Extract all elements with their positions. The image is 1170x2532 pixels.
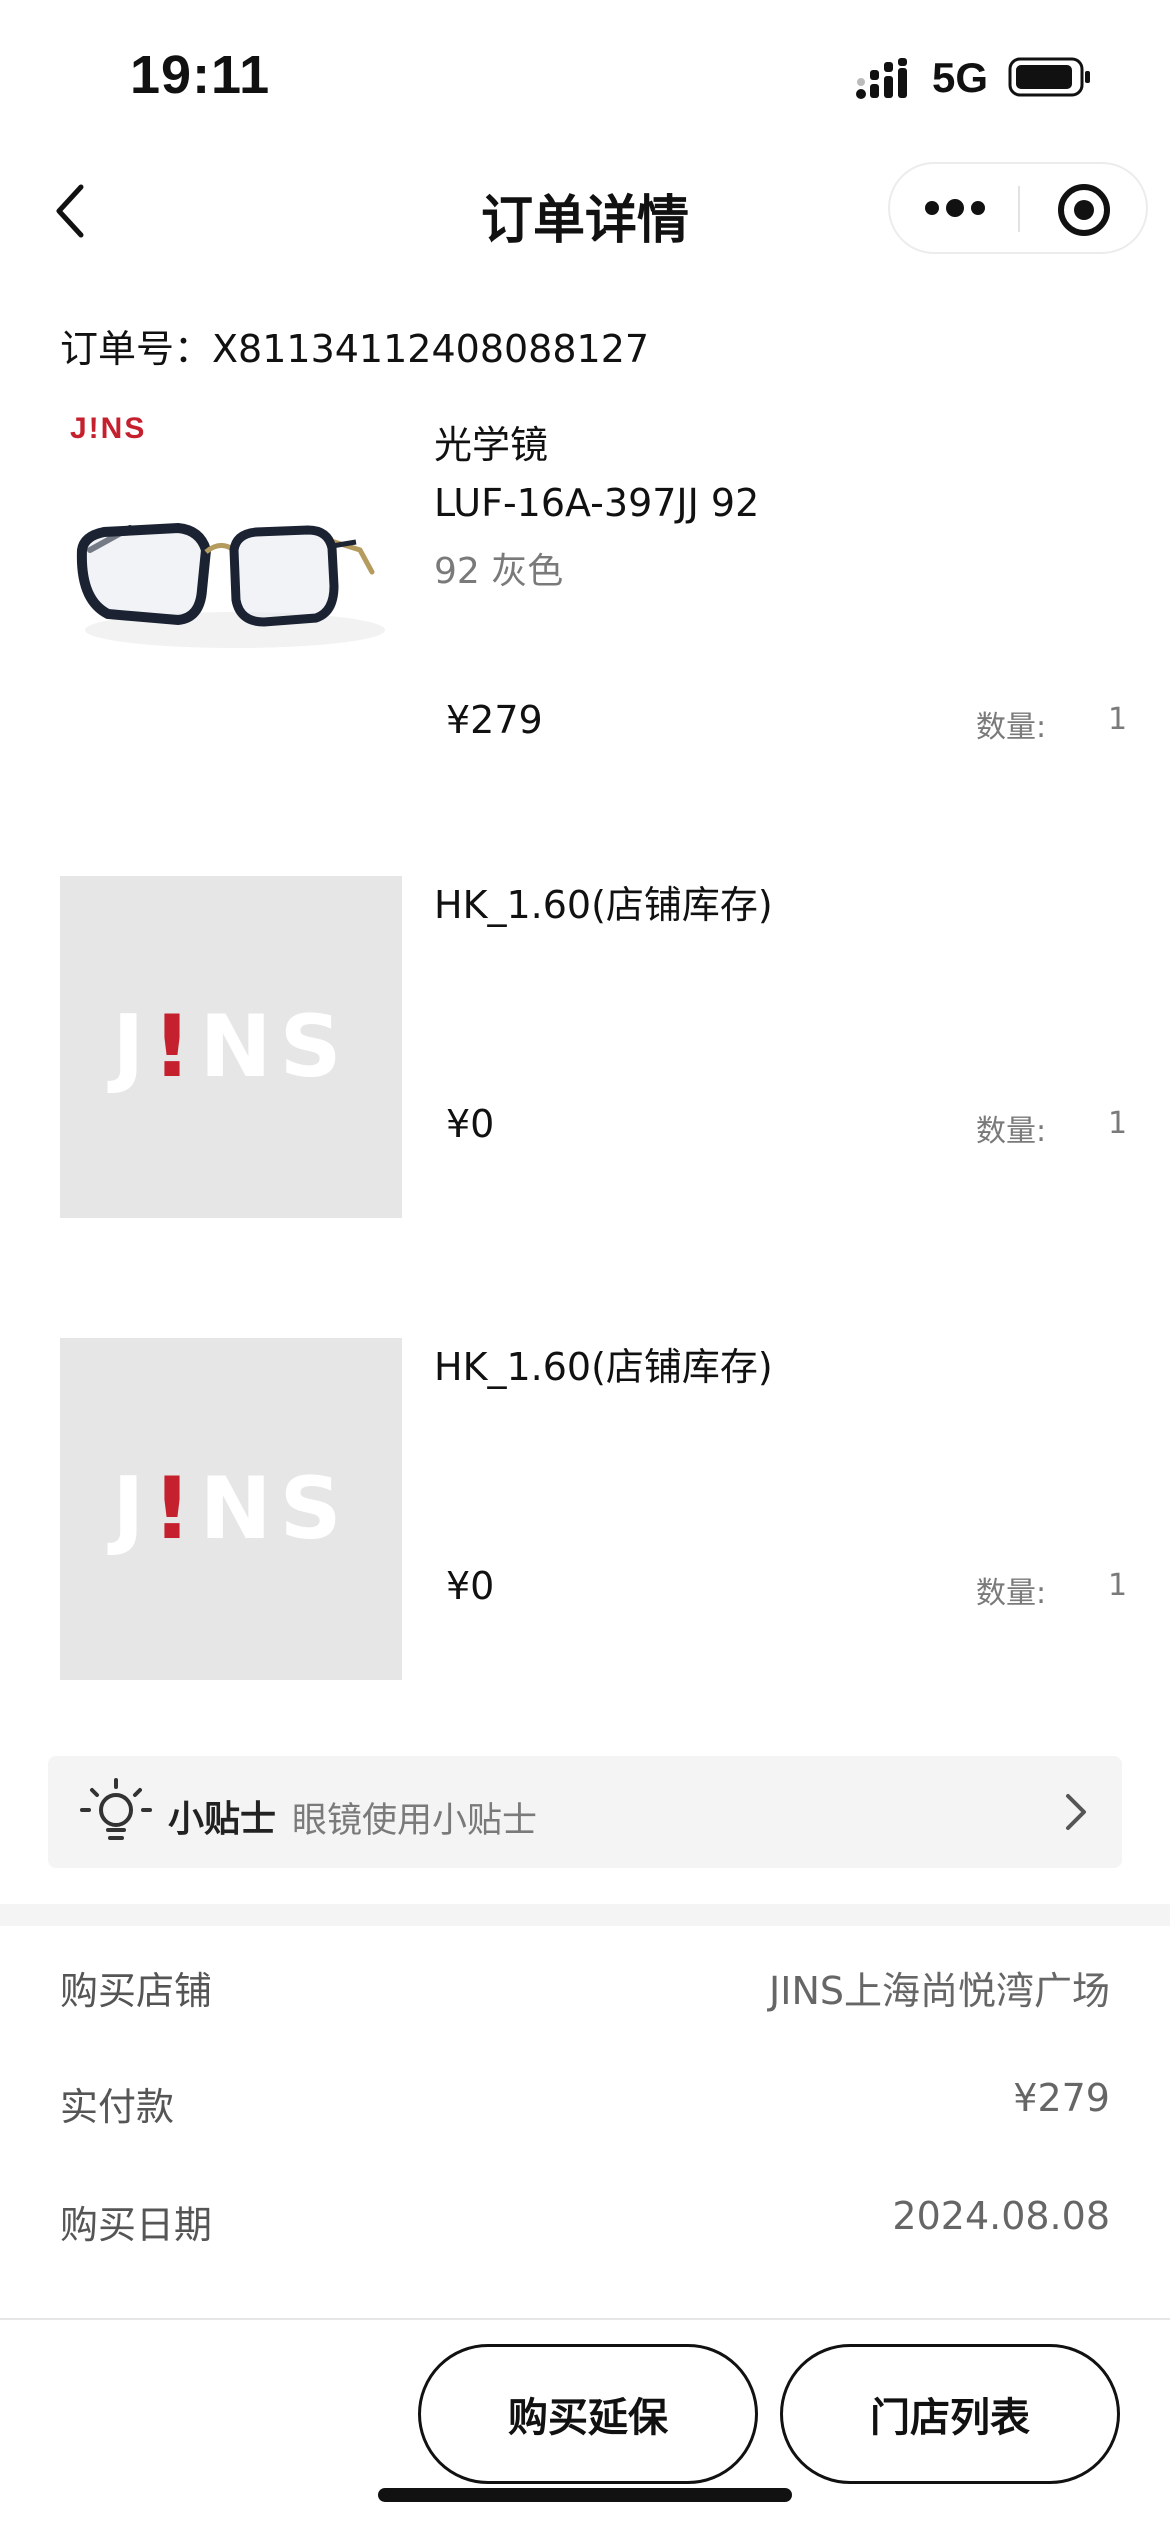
product-model: LUF-16A-397JJ 92 — [434, 481, 760, 525]
quantity-label: 数量: — [976, 1576, 1047, 1611]
status-time: 19:11 — [130, 45, 271, 105]
chevron-right-icon — [1066, 1794, 1086, 1830]
product-image-placeholder: J!NS — [60, 876, 402, 1218]
jins-logo: J!NS — [112, 997, 350, 1097]
home-indicator — [378, 2488, 792, 2502]
tips-text: 眼镜使用小贴士 — [292, 1801, 538, 1841]
signal-icon — [856, 58, 907, 99]
info-row-paid: 实付款 ¥279 — [60, 2076, 1110, 2136]
order-number-value: X81134112408088127 — [212, 327, 650, 371]
store-list-button[interactable]: 门店列表 — [780, 2344, 1120, 2484]
info-value: JINS上海尚悦湾广场 — [769, 1969, 1110, 2013]
nav-bar: 订单详情 — [0, 150, 1170, 280]
quantity-label: 数量: — [976, 1114, 1047, 1149]
status-bar: 19:11 5G — [0, 0, 1170, 150]
more-button[interactable] — [920, 184, 990, 232]
quantity-label: 数量: — [976, 710, 1047, 745]
bottom-divider — [0, 2318, 1170, 2320]
info-label: 购买日期 — [60, 2203, 213, 2247]
order-number: 订单号：X81134112408088127 — [60, 318, 649, 373]
product-image-placeholder: J!NS — [60, 1338, 402, 1680]
lightbulb-icon — [80, 1778, 152, 1840]
product-item[interactable]: J!NS HK_1.60(店铺库存) ¥0 数量: 1 — [0, 876, 1170, 1218]
quantity-value: 1 — [1108, 1106, 1128, 1141]
quantity-value: 1 — [1108, 702, 1128, 737]
product-variant: 92 灰色 — [434, 551, 564, 592]
info-label: 实付款 — [60, 2085, 175, 2129]
tips-banner[interactable]: 小贴士 眼镜使用小贴士 — [48, 1756, 1122, 1868]
product-name: HK_1.60(店铺库存) — [434, 883, 773, 927]
jins-logo: J!NS — [112, 1459, 350, 1559]
tips-title: 小贴士 — [168, 1799, 277, 1840]
target-close-icon[interactable] — [1056, 182, 1112, 238]
info-value: ¥279 — [1013, 2076, 1110, 2120]
quantity-value: 1 — [1108, 1568, 1128, 1603]
info-value: 2024.08.08 — [892, 2194, 1110, 2238]
info-label: 购买店铺 — [60, 1969, 213, 2013]
product-name: HK_1.60(店铺库存) — [434, 1345, 773, 1389]
network-label: 5G — [932, 54, 989, 101]
extended-warranty-button[interactable]: 购买延保 — [418, 2344, 758, 2484]
info-row-date: 购买日期 2024.08.08 — [60, 2194, 1110, 2254]
battery-icon — [1008, 57, 1090, 97]
section-divider — [0, 1904, 1170, 1926]
product-price: ¥0 — [446, 1564, 495, 1608]
glasses-photo — [76, 522, 385, 648]
miniprogram-capsule — [888, 162, 1148, 254]
product-item[interactable]: J!NS HK_1.60(店铺库存) ¥0 数量: 1 — [0, 1338, 1170, 1680]
capsule-divider — [1018, 186, 1020, 232]
product-image: J!NS — [60, 400, 402, 742]
product-price: ¥0 — [446, 1102, 495, 1146]
product-item[interactable]: J!NS 光学镜 LUF-16A-397JJ 92 92 灰色 ¥279 数量:… — [0, 400, 1170, 760]
info-row-store: 购买店铺 JINS上海尚悦湾广场 — [60, 1960, 1110, 2020]
product-name: 光学镜 — [434, 423, 549, 467]
more-dots-icon — [925, 199, 985, 217]
product-price: ¥279 — [446, 698, 543, 742]
order-number-label: 订单号： — [60, 327, 213, 371]
